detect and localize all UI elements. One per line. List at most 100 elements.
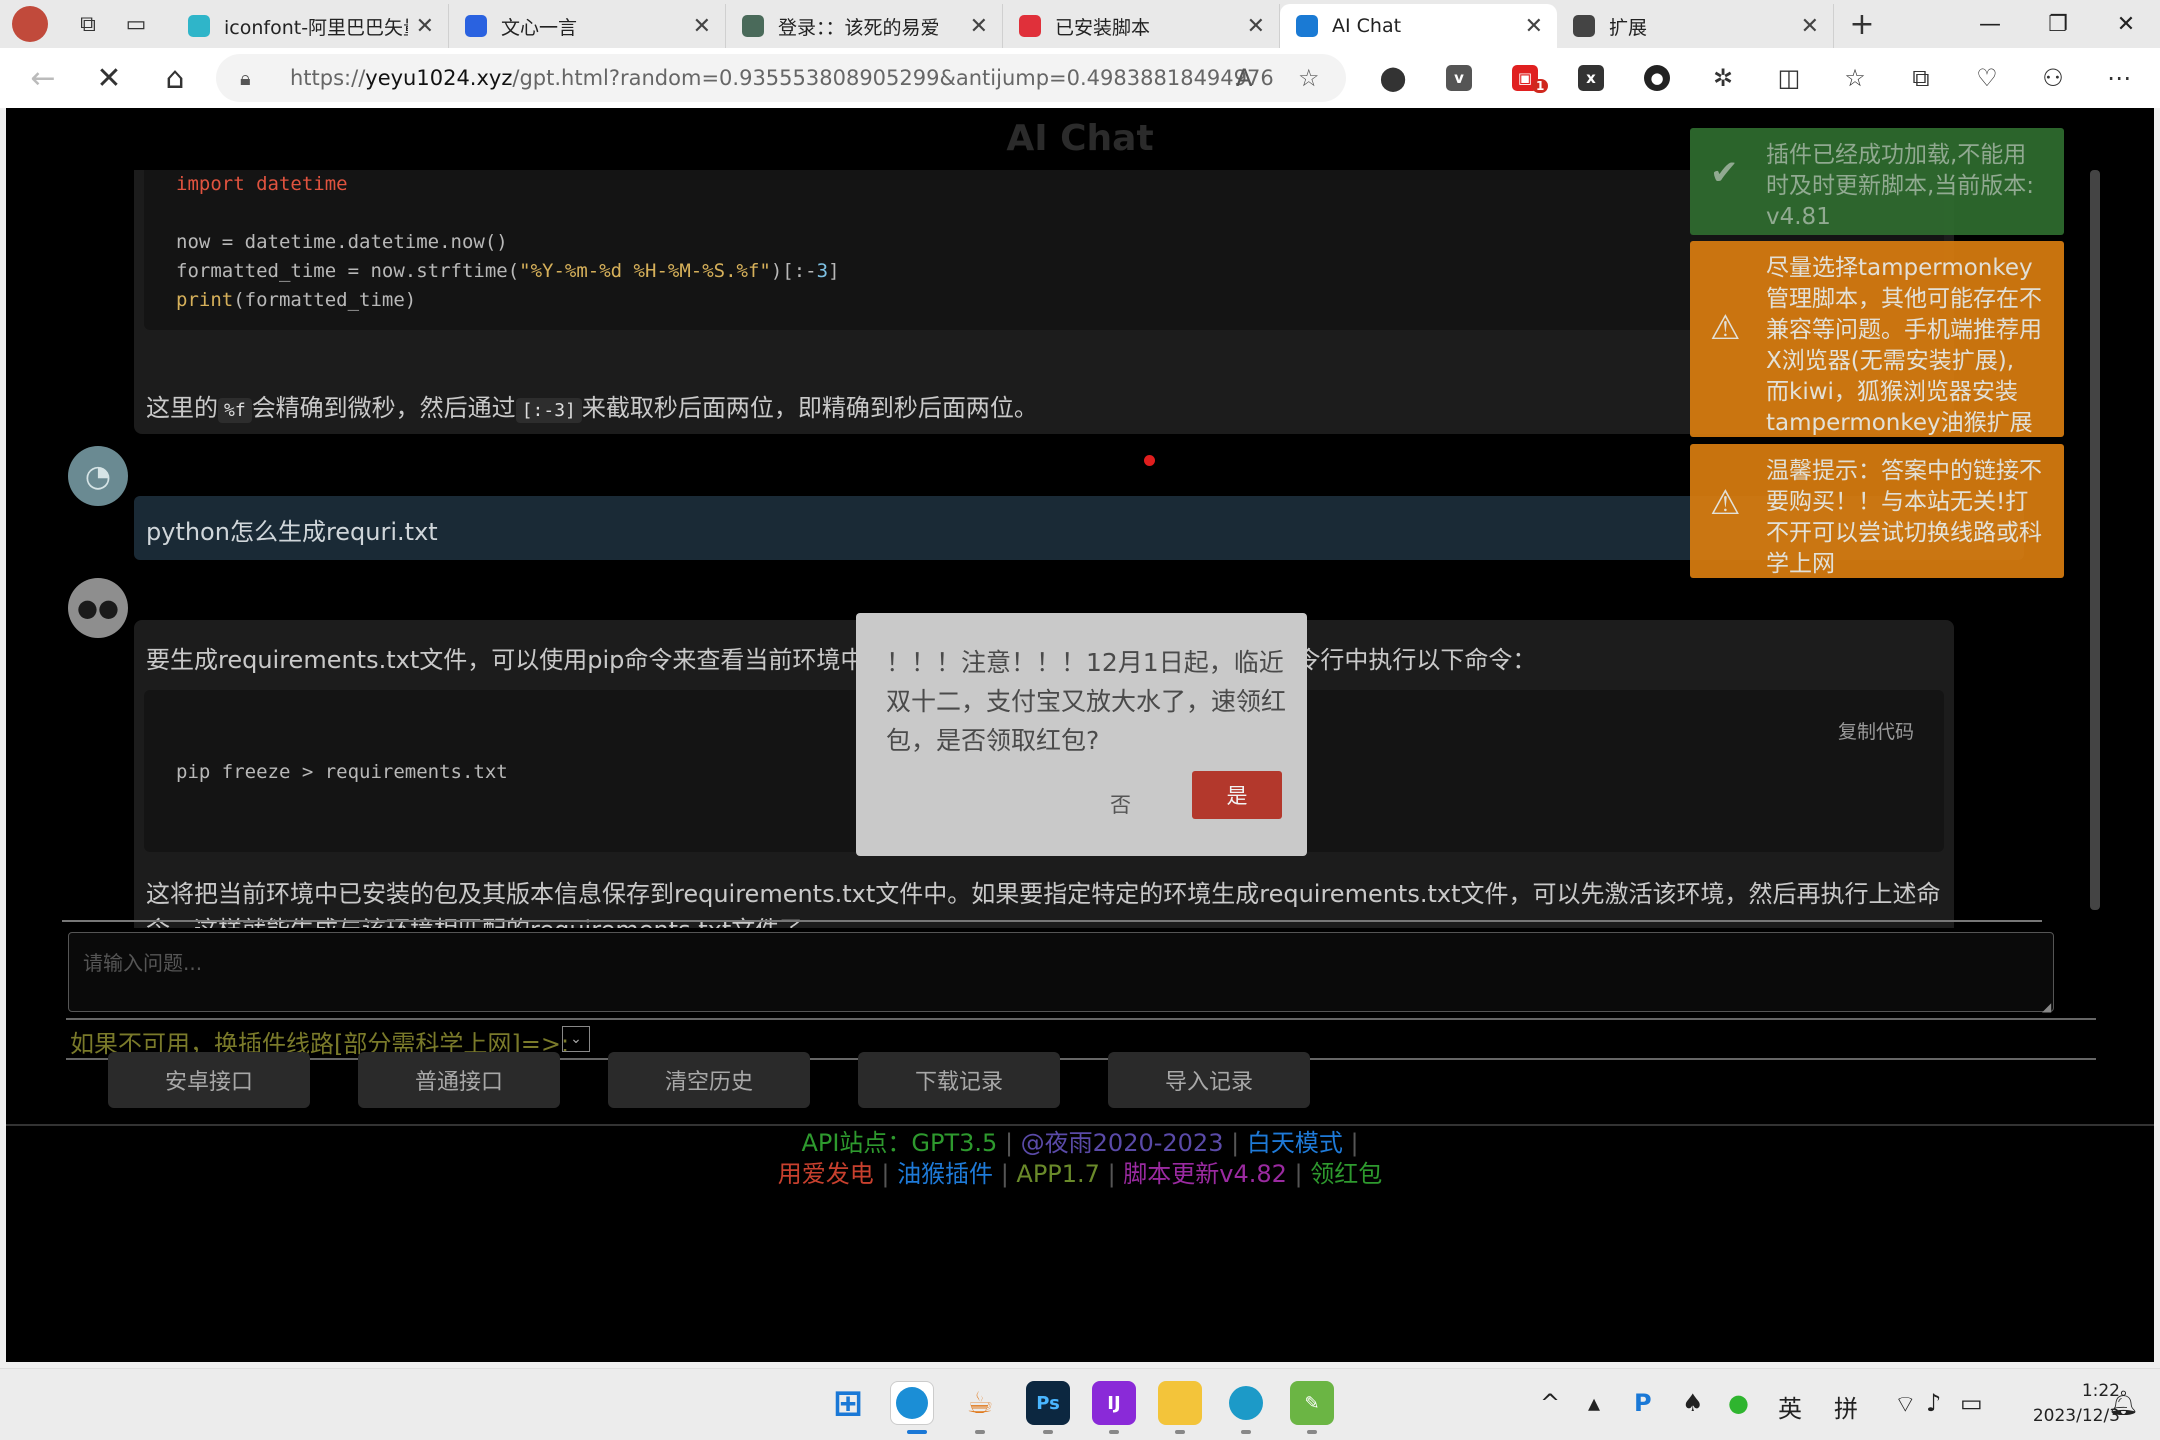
java-taskbar-icon[interactable]: ☕︎ <box>958 1381 1002 1425</box>
browser-tab[interactable]: 扩展 ✕ <box>1557 4 1834 48</box>
tab-close-icon[interactable]: ✕ <box>970 14 988 39</box>
action-button[interactable]: 下载记录 <box>858 1052 1060 1108</box>
volume-icon[interactable]: ♪ <box>1926 1389 1941 1417</box>
warning-icon: ⚠ <box>1710 308 1741 348</box>
code-token: ] <box>828 260 840 282</box>
chat-scrollbar[interactable] <box>2090 170 2100 910</box>
v-extension-icon[interactable]: v <box>1426 65 1492 91</box>
dialog-no-button[interactable]: 否 <box>1110 789 1131 819</box>
toast-warning[interactable]: ⚠ 温馨提示：答案中的链接不要购买！！与本站无关!打不开可以尝试切换线路或科学上… <box>1690 444 2064 578</box>
stop-loading-button[interactable]: ✕ <box>76 48 142 108</box>
action-button[interactable]: 安卓接口 <box>108 1052 310 1108</box>
toast-text: 插件已经成功加载,不能用时及时更新脚本,当前版本: v4.81 <box>1766 142 2035 230</box>
action-button[interactable]: 清空历史 <box>608 1052 810 1108</box>
taskbar-clock[interactable]: 1:22 2023/12/3 <box>2010 1379 2120 1429</box>
tab-close-icon[interactable]: ✕ <box>1525 14 1543 39</box>
split-screen-icon[interactable]: ◫ <box>1756 64 1822 92</box>
copy-code-button[interactable]: 复制代码 <box>1838 718 1914 747</box>
record-extension-icon[interactable]: ⬤ <box>1360 64 1426 92</box>
tab-close-icon[interactable]: ✕ <box>1801 14 1819 39</box>
photoshop-taskbar-icon[interactable]: Ps <box>1026 1381 1070 1425</box>
resize-handle-icon[interactable]: ◢ <box>2042 1000 2051 1014</box>
extension-badge: 1 <box>1532 79 1549 93</box>
browser-tab[interactable]: 登录：：该死的易爱 ✕ <box>726 4 1003 48</box>
tab-title: iconfont-阿里巴巴矢量 <box>224 16 408 39</box>
notification-bell-icon[interactable]: 🔔︎ <box>2108 1389 2138 1417</box>
notepad-taskbar-icon[interactable]: ✎ <box>1290 1381 1334 1425</box>
red-packet-dialog: ！！！注意！！！12月1日起，临近双十二，支付宝又放大水了，速领红包，是否领取红… <box>856 613 1307 856</box>
read-aloud-icon[interactable]: A <box>1236 64 1252 92</box>
footer-link[interactable]: @夜雨2020-2023 <box>1021 1129 1224 1157</box>
browser-tab[interactable]: 文心一言 ✕ <box>449 4 726 48</box>
dialog-yes-button[interactable]: 是 <box>1192 771 1282 819</box>
copilot-icon[interactable]: ⚇ <box>2020 64 2086 92</box>
favorite-star-icon[interactable]: ☆ <box>1298 64 1320 92</box>
action-button[interactable]: 导入记录 <box>1108 1052 1310 1108</box>
ime-mode-indicator[interactable]: 拼 <box>1834 1389 1858 1424</box>
answer-paragraph: 要生成requirements.txt文件，可以使用pip命令来查看当前环境中已… <box>146 646 1537 674</box>
action-button[interactable]: 普通接口 <box>358 1052 560 1108</box>
url-field[interactable]: 🔒︎ https://yeyu1024.xyz/gpt.html?random=… <box>216 54 1346 102</box>
browser-tab[interactable]: 已安装脚本 ✕ <box>1003 4 1280 48</box>
edge-taskbar-icon[interactable] <box>890 1381 934 1425</box>
close-window-button[interactable]: ✕ <box>2092 0 2160 48</box>
favorites-icon[interactable]: ☆ <box>1822 64 1888 92</box>
file-explorer-icon[interactable] <box>1158 1381 1202 1425</box>
browser-tab[interactable]: AI Chat ✕ <box>1280 4 1557 48</box>
new-tab-button[interactable]: + <box>1834 7 1890 42</box>
tab-favicon-icon <box>1296 15 1318 37</box>
question-input[interactable]: 请输入问题... <box>68 932 2054 1012</box>
footer-link[interactable]: 油猴插件 <box>897 1160 993 1188</box>
windows-taskbar: ⊞ ☕︎ Ps IJ ✎ ^ ▴ P ♠ ● 英 拼 ⌔ ♪ ▭ 1:22 20… <box>0 1368 2160 1440</box>
workspaces-icon[interactable]: ⧉ <box>64 0 112 48</box>
toast-warning[interactable]: ⚠ 尽量选择tampermonkey管理脚本，其他可能存在不兼容等问题。手机端推… <box>1690 241 2064 437</box>
minimize-button[interactable]: — <box>1956 0 2024 48</box>
taskbar-running-indicator <box>1043 1430 1053 1434</box>
plugin-line-select[interactable]: ⌄ <box>562 1026 590 1052</box>
bot-avatar: ●● <box>68 578 128 638</box>
code-line: now = datetime.datetime.now() <box>176 231 508 253</box>
footer-link[interactable]: 用爱发电 <box>778 1160 874 1188</box>
excel-extension-icon[interactable]: x <box>1558 65 1624 91</box>
tray-overflow-icon[interactable]: ^ <box>1540 1389 1560 1417</box>
jetbrains-taskbar-icon[interactable]: IJ <box>1092 1381 1136 1425</box>
toast-text: 温馨提示：答案中的链接不要购买！！与本站无关!打不开可以尝试切换线路或科学上网 <box>1766 458 2042 577</box>
footer-separator: | <box>1099 1160 1124 1188</box>
tab-close-icon[interactable]: ✕ <box>416 14 434 39</box>
footer-link[interactable]: 脚本更新v4.82 <box>1123 1160 1287 1188</box>
footer-link[interactable]: APP1.7 <box>1016 1160 1100 1188</box>
more-menu-icon[interactable]: ⋯ <box>2086 64 2152 92</box>
answer-paragraph: 这里的 %f 会精确到微秒，然后通过 [:-3] 来截取秒后面两位，即精确到秒后面两位。 <box>146 388 1038 423</box>
qq-tray-icon[interactable]: ♠ <box>1682 1389 1704 1417</box>
lock-icon[interactable]: 🔒︎ <box>240 66 266 90</box>
footer-link[interactable]: 领红包 <box>1310 1160 1382 1188</box>
dark-extension-icon[interactable]: ● <box>1624 65 1690 91</box>
profile-avatar[interactable] <box>12 6 48 42</box>
start-menu-icon[interactable]: ⊞ <box>826 1381 870 1425</box>
wifi-icon[interactable]: ⌔ <box>1894 1389 1917 1419</box>
battery-icon[interactable]: ▭ <box>1960 1389 1983 1417</box>
tray-p-icon[interactable]: P <box>1634 1389 1652 1417</box>
ime-language-indicator[interactable]: 英 <box>1778 1389 1802 1424</box>
browser-essentials-icon[interactable]: ♡ <box>1954 64 2020 92</box>
toast-success[interactable]: ✔ 插件已经成功加载,不能用时及时更新脚本,当前版本: v4.81 <box>1690 128 2064 235</box>
clock-time: 1:22 <box>2081 1381 2120 1401</box>
browser-tab[interactable]: iconfont-阿里巴巴矢量 ✕ <box>172 4 449 48</box>
back-button[interactable]: ← <box>10 48 76 108</box>
tampermonkey-extension-icon[interactable]: ▣ 1 <box>1492 65 1558 93</box>
tray-app-icon[interactable]: ▴ <box>1588 1389 1600 1417</box>
footer-link[interactable]: 白天模式 <box>1247 1129 1343 1157</box>
clock-date: 2023/12/3 <box>2032 1406 2120 1426</box>
collections-icon[interactable]: ⧉ <box>1888 64 1954 92</box>
tab-close-icon[interactable]: ✕ <box>693 14 711 39</box>
tab-actions-icon[interactable]: ▭ <box>112 0 160 48</box>
restore-button[interactable]: ❐ <box>2024 0 2092 48</box>
edge-dev-taskbar-icon[interactable] <box>1224 1381 1268 1425</box>
wechat-tray-icon[interactable]: ● <box>1728 1389 1749 1417</box>
home-button[interactable]: ⌂ <box>142 48 208 108</box>
footer-separator: | <box>873 1160 898 1188</box>
footer-link[interactable]: API站点：GPT3.5 <box>801 1129 997 1157</box>
text-span: 这里的 <box>146 394 218 422</box>
tab-close-icon[interactable]: ✕ <box>1247 14 1265 39</box>
extensions-puzzle-icon[interactable]: ✲ <box>1690 64 1756 92</box>
